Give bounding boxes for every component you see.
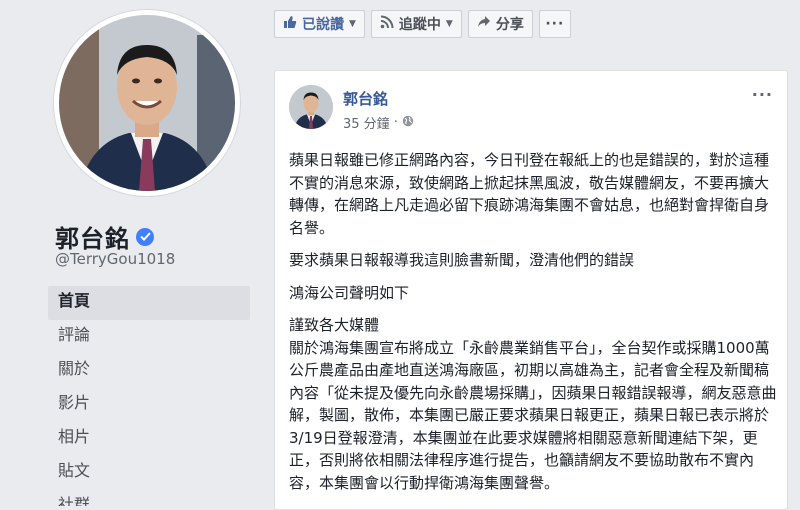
following-button[interactable]: 追蹤中 ▼	[370, 10, 462, 38]
post-paragraph: 蘋果日報雖已修正網路內容，今日刊登在報紙上的也是錯誤的，對於這種不實的消息來源，…	[289, 151, 770, 237]
profile-name[interactable]: 郭台銘	[55, 219, 130, 254]
profile-handle[interactable]: @TerryGou1018	[55, 250, 175, 268]
post-time-text: 35 分鐘	[343, 117, 390, 132]
share-button[interactable]: 分享	[467, 10, 533, 38]
thumbs-up-icon	[283, 15, 297, 33]
globe-icon	[402, 115, 414, 131]
profile-picture[interactable]	[59, 15, 235, 191]
profile-picture-frame[interactable]	[54, 10, 240, 196]
post-card: 郭台銘 35 分鐘 · ··· 蘋果日報雖已修正網路內容，今日刊登在報紙上的也是…	[274, 70, 788, 510]
post-time-separator: ·	[393, 115, 398, 130]
post-options-button[interactable]: ···	[752, 85, 773, 104]
liked-button[interactable]: 已說讚 ▼	[274, 10, 365, 38]
profile-name-row: 郭台銘	[55, 219, 154, 254]
following-label: 追蹤中	[398, 17, 441, 33]
post-paragraph: 鴻海公司聲明如下	[289, 283, 410, 302]
nav-item-reviews[interactable]: 評論	[48, 320, 250, 354]
rss-icon	[380, 15, 394, 33]
post-timestamp[interactable]: 35 分鐘 ·	[343, 113, 414, 132]
caret-down-icon: ▼	[349, 19, 356, 29]
nav-item-about[interactable]: 關於	[48, 354, 250, 388]
nav-item-posts[interactable]: 貼文	[48, 456, 250, 490]
share-arrow-icon	[477, 15, 491, 33]
profile-nav: 首頁 評論 關於 影片 相片 貼文 社群	[48, 286, 250, 506]
more-icon: ···	[545, 16, 565, 32]
more-options-button[interactable]: ···	[538, 10, 571, 38]
nav-item-videos[interactable]: 影片	[48, 388, 250, 422]
post-paragraph: 關於鴻海集團宣布將成立「永齡農業銷售平台」，全台契作或採購1000萬公斤農產品由…	[289, 338, 777, 492]
post-author-avatar[interactable]	[289, 85, 333, 129]
share-label: 分享	[495, 17, 524, 33]
nav-item-home[interactable]: 首頁	[48, 286, 250, 320]
post-paragraph: 要求蘋果日報報導我這則臉書新聞，澄清他們的錯誤	[289, 251, 635, 269]
post-body: 蘋果日報雖已修正網路內容，今日刊登在報紙上的也是錯誤的，對於這種不實的消息來源，…	[289, 149, 779, 504]
page-actions: 已說讚 ▼ 追蹤中 ▼ 分享 ···	[274, 10, 571, 38]
profile-column: 郭台銘 @TerryGou1018 首頁 評論 關於 影片 相片 貼文 社群	[0, 0, 262, 506]
nav-item-photos[interactable]: 相片	[48, 422, 250, 456]
nav-item-community[interactable]: 社群	[48, 490, 250, 506]
post-paragraph: 謹致各大媒體	[289, 316, 380, 334]
caret-down-icon: ▼	[445, 19, 453, 29]
verified-badge-icon	[136, 227, 154, 246]
post-author-name[interactable]: 郭台銘	[343, 88, 388, 109]
liked-label: 已說讚	[302, 17, 344, 33]
